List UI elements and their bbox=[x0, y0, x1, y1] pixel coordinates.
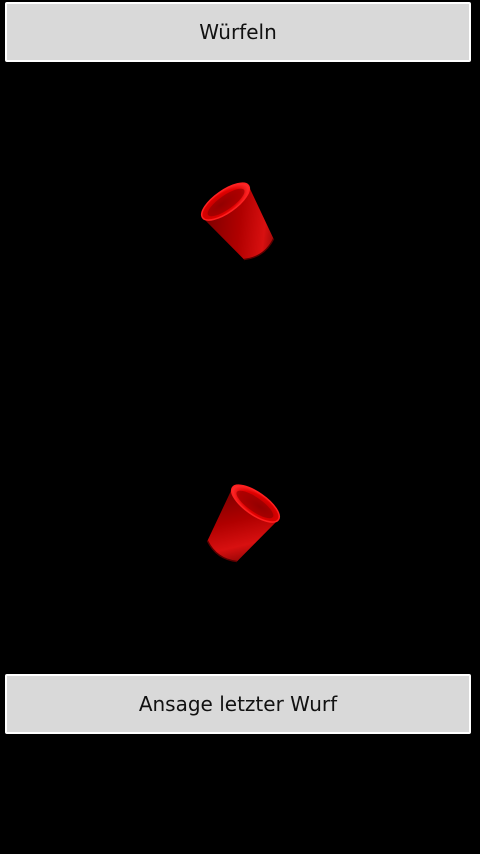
announce-last-roll-button[interactable]: Ansage letzter Wurf bbox=[5, 674, 471, 734]
announce-last-roll-label: Ansage letzter Wurf bbox=[138, 692, 338, 716]
dice-cup-bottom[interactable] bbox=[194, 470, 294, 570]
roll-dice-label: Würfeln bbox=[199, 20, 277, 44]
dice-cup-top[interactable] bbox=[187, 168, 287, 268]
roll-dice-button[interactable]: Würfeln bbox=[5, 2, 471, 62]
